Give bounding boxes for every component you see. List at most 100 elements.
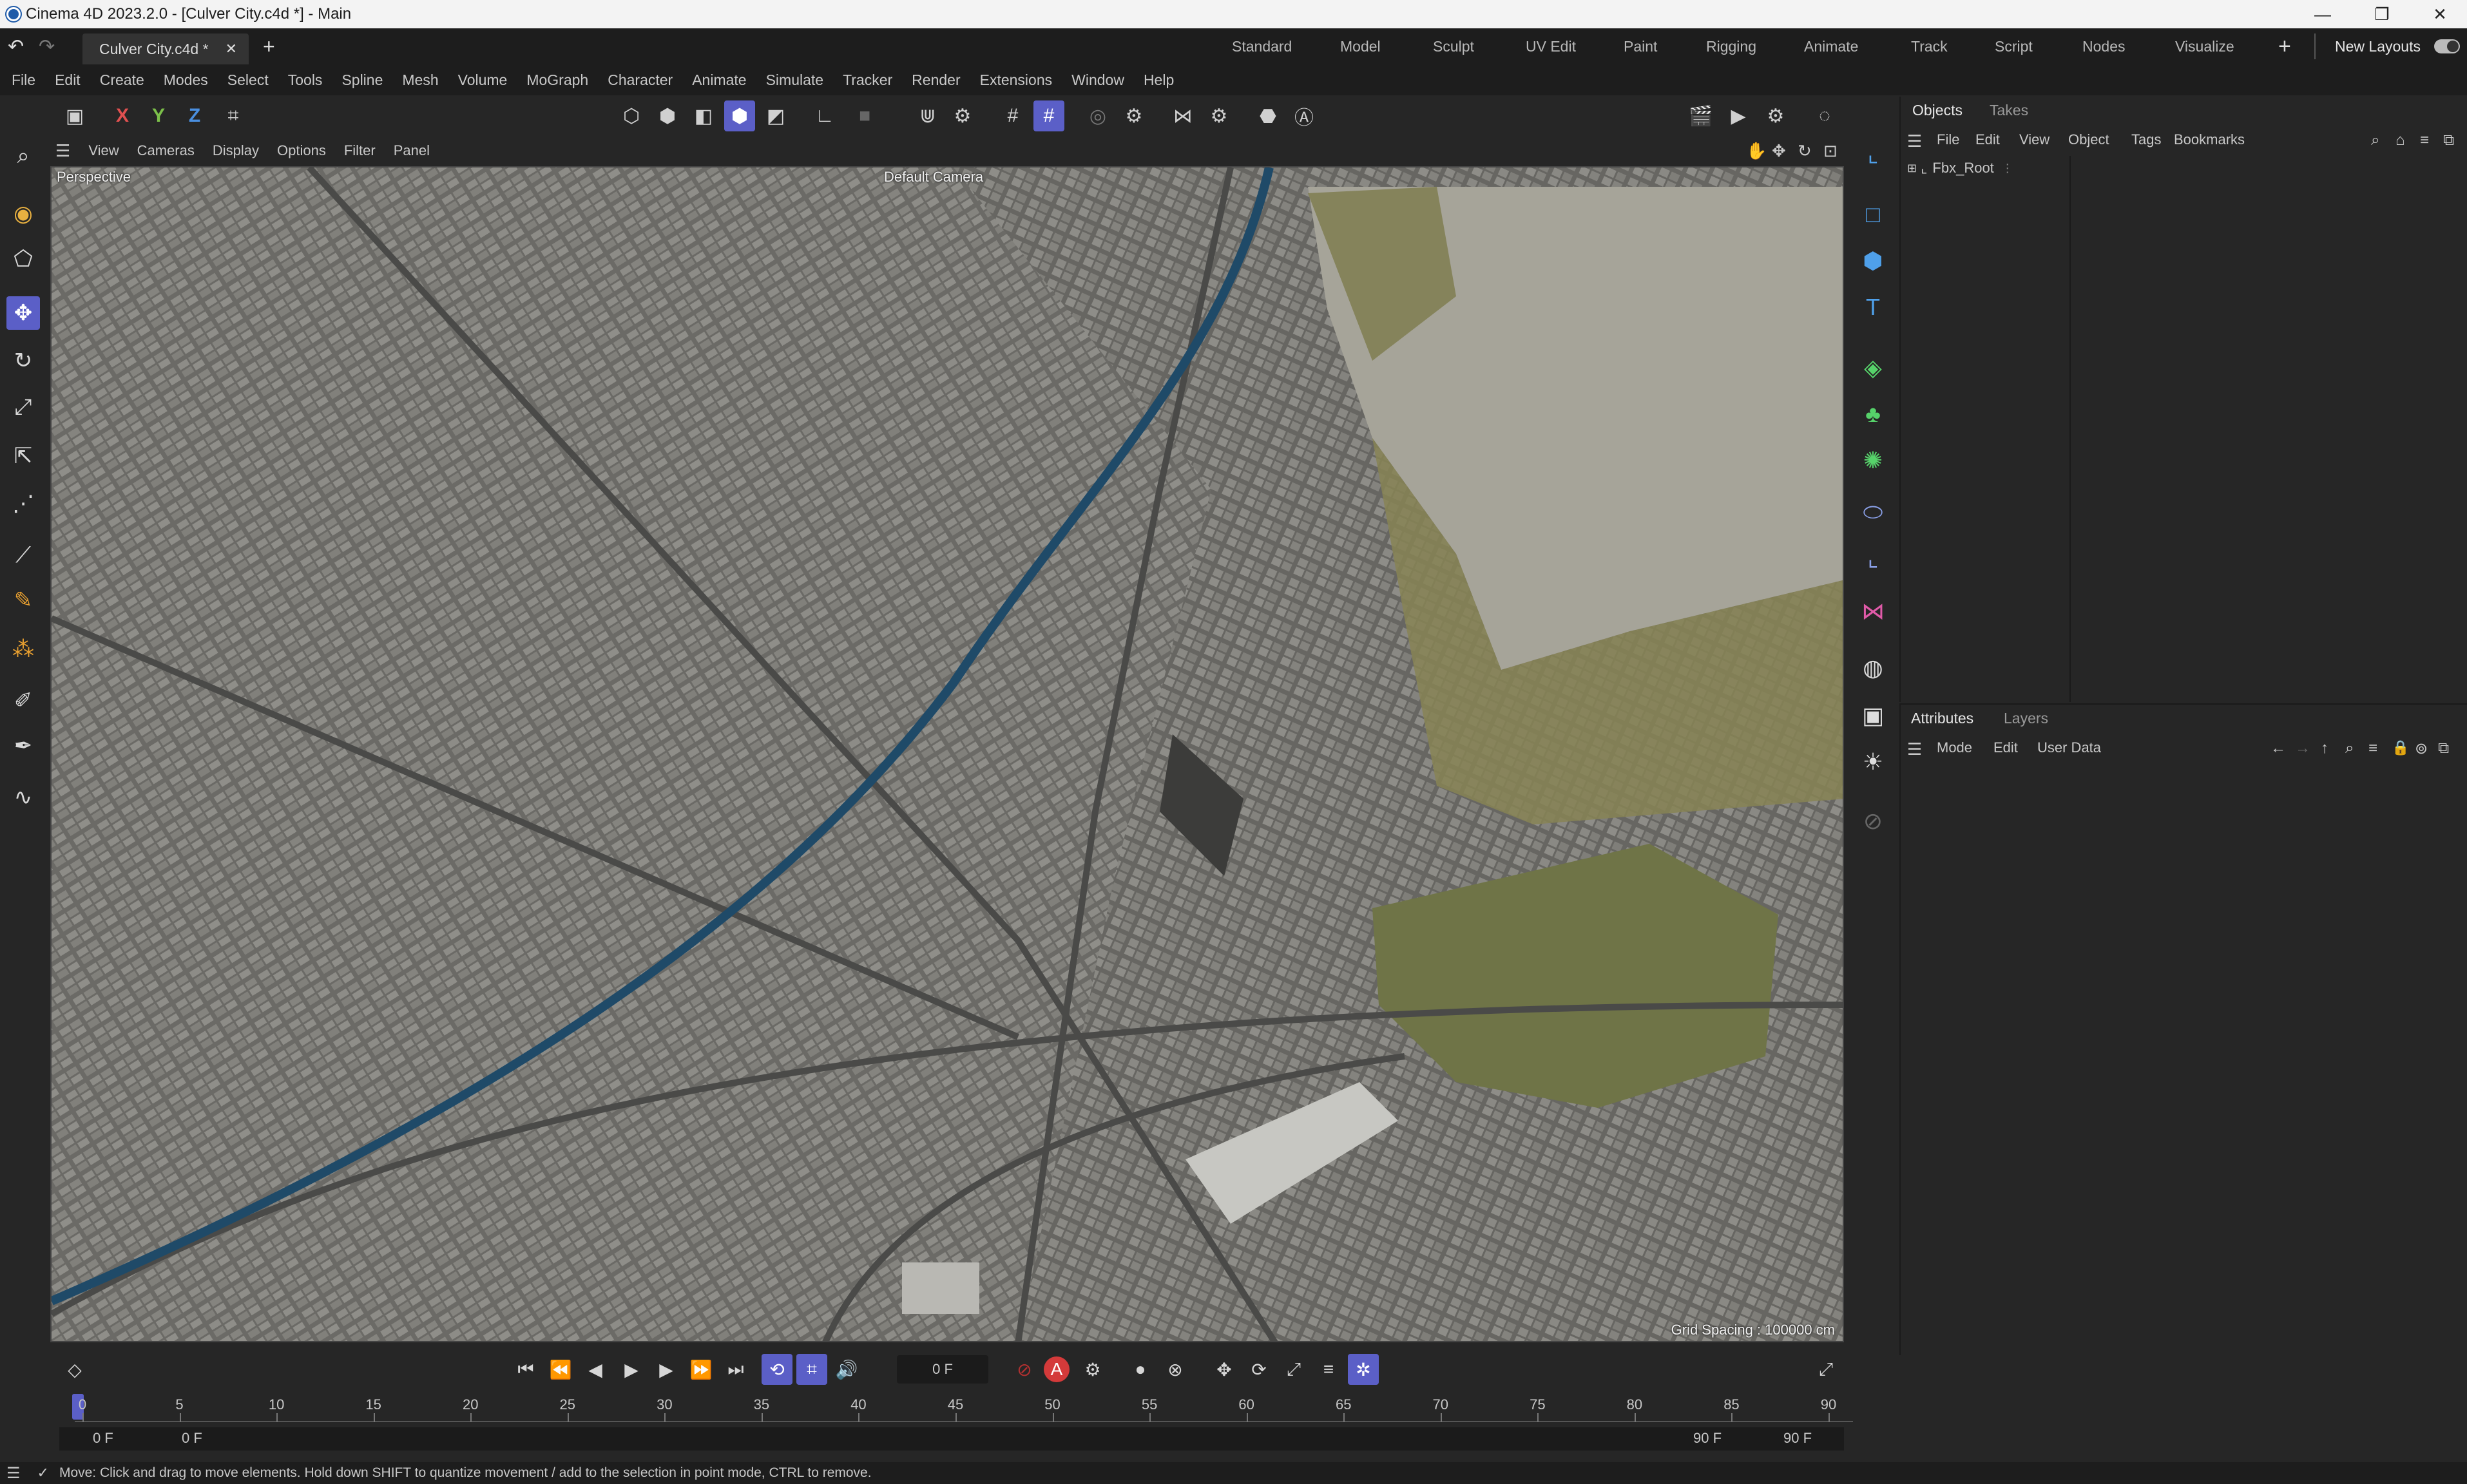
polygons-mode-icon[interactable]: ◧ <box>688 100 719 131</box>
object-name[interactable]: Fbx_Root <box>1932 160 1993 176</box>
3d-viewport[interactable]: Perspective Default Camera Grid Spacing … <box>50 166 1844 1342</box>
objects-menu-bookmarks[interactable]: Bookmarks <box>2174 131 2245 148</box>
range-bar[interactable] <box>59 1427 1844 1451</box>
viewport-menu-cameras[interactable]: Cameras <box>137 142 195 159</box>
redo-icon[interactable]: ↷ <box>39 35 58 58</box>
sound-icon[interactable]: 🔊 <box>831 1354 862 1385</box>
timeline-expand-icon[interactable]: ⤢ <box>1810 1354 1841 1385</box>
symmetry-icon[interactable]: ⋈ <box>1167 100 1198 131</box>
attributes-menu-mode[interactable]: Mode <box>1937 739 1972 756</box>
rotation-key-icon[interactable]: ⟳ <box>1243 1354 1274 1385</box>
layout-tab-script[interactable]: Script <box>1995 28 2033 64</box>
objects-menu-view[interactable]: View <box>2019 131 2049 148</box>
menu-tracker[interactable]: Tracker <box>843 71 892 89</box>
field-icon[interactable]: ⌞ <box>1857 542 1889 575</box>
edges-mode-icon[interactable]: ⬢ <box>652 100 683 131</box>
scale-tool-icon[interactable]: ⤢ <box>6 390 40 424</box>
spline-sketch-icon[interactable]: ∿ <box>6 781 40 814</box>
status-menu-icon[interactable]: ☰ <box>6 1464 21 1483</box>
viewport-layout-icon[interactable]: ▣ <box>59 100 90 131</box>
redshift-icon[interactable]: ◌ <box>1809 100 1840 131</box>
move-tool-icon[interactable]: ✥ <box>6 296 40 330</box>
enable-snap-icon[interactable]: ⋓ <box>912 100 943 131</box>
point-level-animation-icon[interactable]: ✲ <box>1348 1354 1379 1385</box>
range-start-field[interactable]: 0 F <box>93 1430 113 1447</box>
previous-frame-icon[interactable]: ◀ <box>580 1354 611 1385</box>
axis-x-toggle[interactable]: X <box>107 100 138 131</box>
spline-pen-icon[interactable]: ✒ <box>6 729 40 763</box>
expand-icon[interactable]: ⊞ <box>1907 162 1917 175</box>
range-end-field[interactable]: 90 F <box>1783 1430 1812 1447</box>
next-key-icon[interactable]: ⏩ <box>686 1354 716 1385</box>
visibility-icon[interactable]: ⋮ <box>2002 162 2013 175</box>
maximize-view-icon[interactable]: ⊡ <box>1823 141 1838 161</box>
scene-tag-icon[interactable]: ⊘ <box>1857 805 1889 837</box>
layout-tab-animate[interactable]: Animate <box>1804 28 1858 64</box>
layout-toggle[interactable] <box>2434 28 2460 64</box>
add-layout-icon[interactable]: + <box>2278 28 2291 64</box>
tab-attributes[interactable]: Attributes <box>1911 710 1973 727</box>
up-arrow-icon[interactable]: ↑ <box>2321 739 2328 757</box>
menu-tools[interactable]: Tools <box>288 71 323 89</box>
loop-icon[interactable]: ⟲ <box>762 1354 792 1385</box>
viewport-menu-panel[interactable]: Panel <box>394 142 430 159</box>
rotate-view-icon[interactable]: ↻ <box>1798 141 1812 161</box>
filter-icon[interactable]: ≡ <box>2368 739 2377 757</box>
search-icon[interactable]: ⌕ <box>2371 131 2379 149</box>
autokey-icon[interactable]: A <box>1044 1356 1070 1382</box>
motion-clip-icon[interactable]: ⊗ <box>1160 1354 1191 1385</box>
grid-snap-icon[interactable]: # <box>1033 100 1064 131</box>
attributes-hamburger-icon[interactable]: ☰ <box>1907 739 1922 759</box>
snap-settings-icon[interactable]: ⚙ <box>947 100 978 131</box>
subdivision-surface-icon[interactable]: ◈ <box>1857 352 1889 384</box>
menu-simulate[interactable]: Simulate <box>766 71 823 89</box>
auto-icon[interactable]: Ⓐ <box>1289 100 1320 131</box>
keyframe-icon[interactable]: ◇ <box>59 1354 90 1385</box>
next-frame-icon[interactable]: ▶ <box>651 1354 682 1385</box>
forward-arrow-icon[interactable]: → <box>2295 739 2310 757</box>
plane-icon[interactable]: □ <box>1857 198 1889 231</box>
menu-volume[interactable]: Volume <box>458 71 508 89</box>
menu-spline[interactable]: Spline <box>341 71 383 89</box>
key-settings-icon[interactable]: ⚙ <box>1077 1354 1108 1385</box>
lock-icon[interactable]: ⬣ <box>1253 100 1283 131</box>
layout-tab-rigging[interactable]: Rigging <box>1706 28 1756 64</box>
go-to-end-icon[interactable]: ⏭ <box>720 1354 751 1385</box>
parameter-key-icon[interactable]: ≡ <box>1313 1354 1344 1385</box>
target-icon[interactable]: ⊚ <box>2415 739 2428 758</box>
environment-icon[interactable]: ◍ <box>1857 652 1889 684</box>
viewport-menu-view[interactable]: View <box>88 142 119 159</box>
objects-hamburger-icon[interactable]: ☰ <box>1907 131 1922 151</box>
viewport-menu-display[interactable]: Display <box>213 142 259 159</box>
axis-y-toggle[interactable]: Y <box>143 100 174 131</box>
current-frame-field[interactable]: 0 F <box>897 1355 988 1384</box>
new-window-icon[interactable]: ⧉ <box>2438 739 2449 757</box>
mograph-icon[interactable]: ⋈ <box>1857 595 1889 627</box>
add-tab-icon[interactable]: + <box>263 35 275 59</box>
objects-menu-file[interactable]: File <box>1937 131 1959 148</box>
filter-icon[interactable]: ≡ <box>2420 131 2429 149</box>
menu-extensions[interactable]: Extensions <box>980 71 1053 89</box>
lock-icon[interactable]: 🔒 <box>2392 739 2409 756</box>
soft-selection-settings-icon[interactable]: ⚙ <box>1118 100 1149 131</box>
close-tab-icon[interactable]: ✕ <box>226 41 237 57</box>
document-tab[interactable]: Culver City.c4d * ✕ <box>82 33 249 64</box>
restore-icon[interactable]: ❐ <box>2353 0 2411 28</box>
render-to-picture-viewer-icon[interactable]: ▶ <box>1723 100 1754 131</box>
menu-animate[interactable]: Animate <box>692 71 746 89</box>
null-object-icon[interactable]: ⌞ <box>1857 138 1889 170</box>
cube-icon[interactable]: ⬢ <box>1857 245 1889 277</box>
brush-selection-icon[interactable]: ✎ <box>6 584 40 617</box>
previous-key-icon[interactable]: ⏪ <box>545 1354 576 1385</box>
minimize-icon[interactable]: — <box>2294 0 2352 28</box>
go-to-start-icon[interactable]: ⏮ <box>510 1354 541 1385</box>
layout-tab-track[interactable]: Track <box>1911 28 1948 64</box>
pan-view-icon[interactable]: ✋ <box>1746 141 1767 161</box>
menu-window[interactable]: Window <box>1071 71 1124 89</box>
list-item[interactable]: ⊞ ⌞ Fbx_Root ⋮ <box>1907 160 2013 176</box>
tab-takes[interactable]: Takes <box>1990 102 2028 119</box>
play-icon[interactable]: ▶ <box>616 1354 647 1385</box>
home-icon[interactable]: ⌂ <box>2395 131 2405 149</box>
cloner-icon[interactable]: ♣ <box>1857 398 1889 430</box>
objects-menu-object[interactable]: Object <box>2068 131 2109 148</box>
